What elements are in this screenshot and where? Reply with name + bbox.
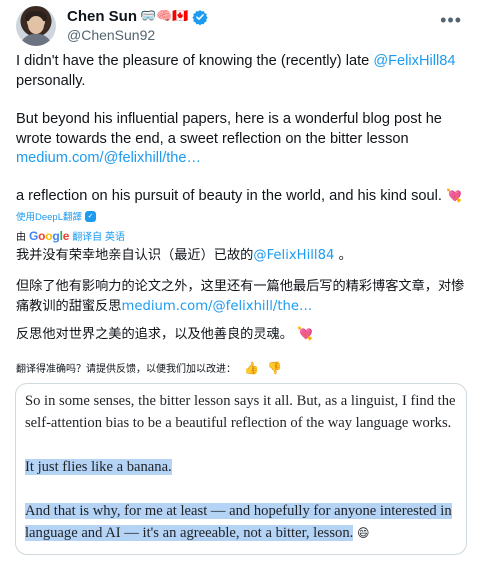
grin-emoji: 😄 (356, 526, 370, 540)
author-handle[interactable]: @ChenSun92 (67, 27, 155, 43)
quote-line-2: self-attention bias to be a beautiful re… (25, 415, 452, 431)
highlighted-text: It just flies like a banana. (25, 459, 172, 475)
quote-line-5: language and AI — it's an agreeable, not… (25, 522, 461, 544)
verified-badge-icon (191, 9, 208, 25)
google-translate-row: 由 Google 翻译自 英语 (16, 228, 125, 244)
name-row: Chen Sun 🥽🧠🇨🇦 (67, 8, 208, 25)
zh-paragraph-1: 我并没有荣幸地亲自认识（最近）已故的@FelixHill84 。 (16, 246, 466, 266)
zh-mention-link[interactable]: @FelixHill84 (253, 248, 334, 263)
deepl-icon: ✓ (85, 210, 96, 222)
zh-heart-emoji: 💘 (297, 327, 314, 342)
thumbs-down-icon[interactable]: 👎 (267, 361, 282, 375)
tweet-paragraph-1: I didn't have the pleasure of knowing th… (16, 52, 466, 91)
translated-from-english-link[interactable]: 翻译自 英语 (72, 228, 125, 243)
feedback-prompt: 翻译得准确吗？请提供反馈，以便我们加以改进： (16, 364, 236, 375)
zh-p1-text: 我并没有荣幸地亲自认识（最近）已故的 (16, 248, 254, 263)
avatar-face (28, 16, 44, 34)
google-logo: Google (29, 228, 70, 243)
quote-line-1: So in some senses, the bitter lesson say… (25, 393, 456, 409)
thumbs-up-icon[interactable]: 👍 (244, 361, 259, 375)
tweet-p3-text: a reflection on his pursuit of beauty in… (16, 188, 442, 204)
highlighted-text: language and AI — it's an agreeable, not… (25, 525, 354, 541)
heart-emoji: 💘 (445, 189, 463, 204)
highlighted-text: And that is why, for me at least — and h… (25, 503, 452, 519)
author-name[interactable]: Chen Sun (67, 8, 137, 25)
deepl-translate-link[interactable]: 使用DeepL翻譯 ✓ (16, 209, 96, 223)
by-label: 由 (16, 232, 26, 243)
tweet-p2-text: But beyond his influential papers, here … (16, 111, 442, 147)
zh-p3-text: 反思他对世界之美的追求，以及他善良的灵魂。 (16, 327, 293, 342)
name-emojis: 🥽🧠🇨🇦 (140, 8, 189, 24)
zh-p1-tail: 。 (334, 248, 352, 263)
attached-image[interactable]: So in some senses, the bitter lesson say… (15, 383, 467, 555)
deepl-label[interactable]: 使用DeepL翻譯 (16, 209, 82, 223)
tweet-header: Chen Sun 🥽🧠🇨🇦 @ChenSun92 ••• (16, 4, 466, 46)
quote-line-3: It just flies like a banana. (25, 456, 461, 478)
translation-feedback: 翻译得准确吗？请提供反馈，以便我们加以改进： 👍 👎 (16, 360, 282, 376)
avatar[interactable] (16, 6, 56, 46)
blog-link[interactable]: medium.com/@felixhill/the… (16, 150, 201, 166)
tweet-paragraph-3: a reflection on his pursuit of beauty in… (16, 187, 466, 207)
tweet-paragraph-2: But beyond his influential papers, here … (16, 110, 466, 169)
mention-link[interactable]: @FelixHill84 (373, 53, 455, 69)
zh-paragraph-3: 反思他对世界之美的追求，以及他善良的灵魂。 💘 (16, 325, 466, 345)
more-horizontal-icon[interactable]: ••• (440, 10, 462, 31)
tweet-p1-tail: personally. (16, 72, 86, 89)
tweet-p1-text: I didn't have the pleasure of knowing th… (16, 53, 374, 69)
quote-line-4: And that is why, for me at least — and h… (25, 500, 461, 522)
avatar-body (20, 34, 52, 46)
zh-paragraph-2: 但除了他有影响力的论文之外，这里还有一篇他最后写的精彩博客文章，对惨痛教训的甜蜜… (16, 277, 466, 317)
zh-blog-link[interactable]: medium.com/@felixhill/the… (122, 299, 313, 314)
